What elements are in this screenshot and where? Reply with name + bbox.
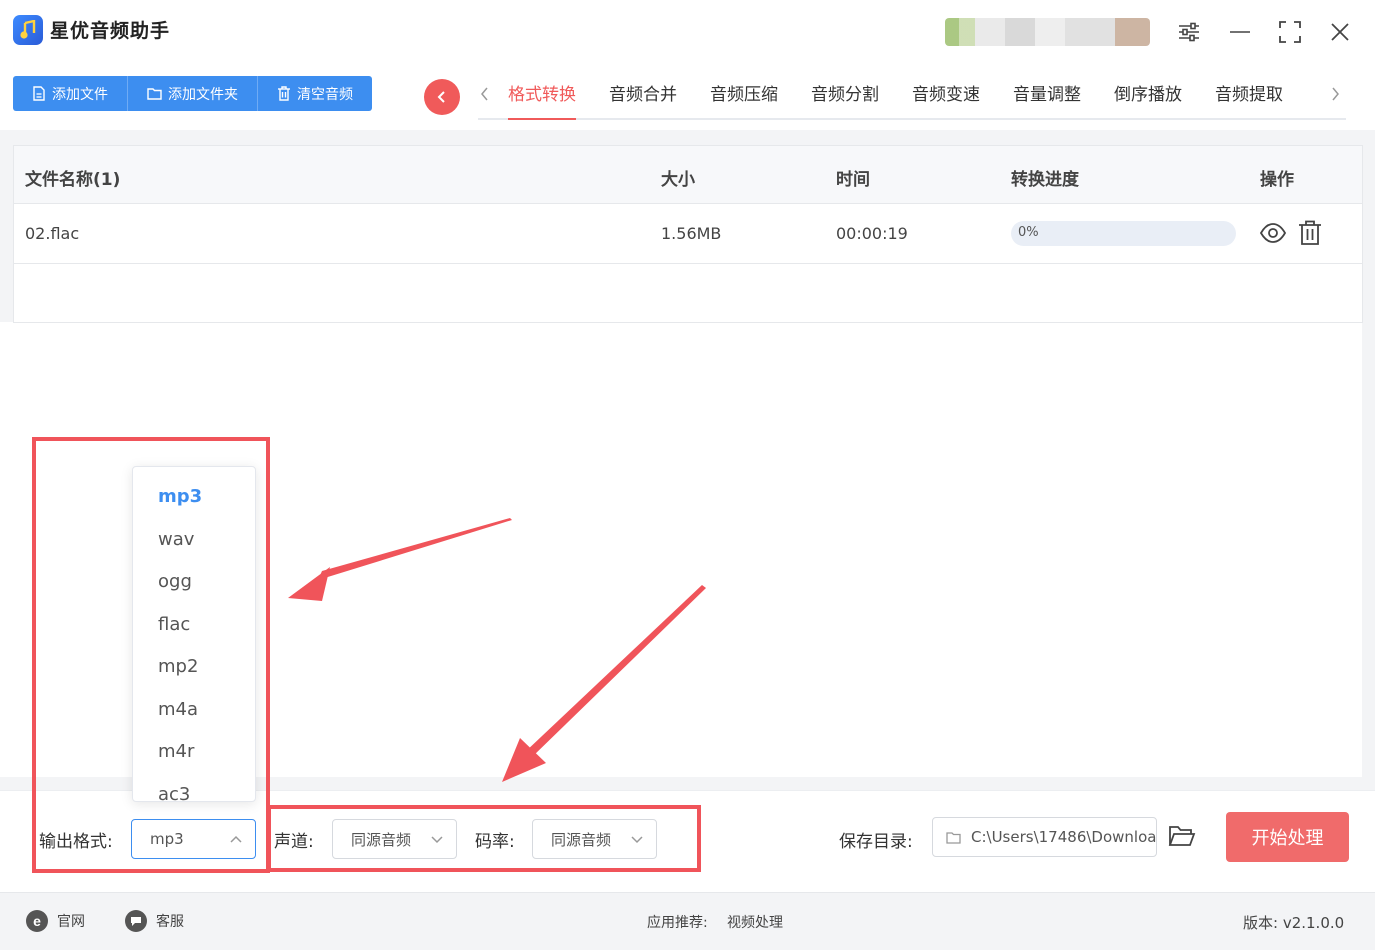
table-header: 文件名称(1) 大小 时间 转换进度 操作 (14, 146, 1362, 204)
trash-icon (278, 86, 290, 101)
tabs-next-icon[interactable] (1328, 84, 1342, 104)
tabs-prev-icon[interactable] (478, 84, 492, 104)
tab-volume-adjust[interactable]: 音量调整 (1013, 70, 1081, 118)
file-icon (33, 86, 45, 101)
add-file-label: 添加文件 (52, 86, 108, 103)
header-size: 大小 (661, 170, 695, 190)
file-size-cell: 1.56MB (661, 224, 722, 243)
footer: e 官网 客服 应用推荐: 视频处理 版本: v2.1.0.0 (0, 892, 1375, 950)
header-action: 操作 (1260, 170, 1294, 190)
file-name-cell: 02.flac (25, 224, 80, 243)
table-row[interactable]: 02.flac 1.56MB 00:00:19 0% (14, 204, 1362, 264)
ie-browser-icon: e (26, 910, 48, 932)
svg-text:e: e (33, 913, 41, 929)
support-label: 客服 (156, 914, 184, 930)
tab-reverse-play[interactable]: 倒序播放 (1114, 70, 1182, 118)
chevron-left-icon (437, 91, 445, 103)
add-folder-label: 添加文件夹 (168, 86, 238, 103)
save-dir-input[interactable]: C:\Users\17486\Downloads (932, 817, 1157, 857)
minimize-icon[interactable] (1226, 18, 1254, 46)
clear-audio-label: 清空音频 (297, 86, 353, 103)
annotation-box-format (32, 437, 270, 873)
tab-audio-merge[interactable]: 音频合并 (609, 70, 677, 118)
save-dir-label: 保存目录: (839, 832, 913, 852)
file-table: 文件名称(1) 大小 时间 转换进度 操作 02.flac 1.56MB 00:… (13, 145, 1363, 323)
app-title: 星优音频助手 (50, 20, 171, 42)
tab-audio-speed[interactable]: 音频变速 (912, 70, 980, 118)
start-process-button[interactable]: 开始处理 (1226, 812, 1349, 862)
recommend-label: 应用推荐: (647, 915, 708, 931)
user-account-avatar[interactable] (945, 18, 1150, 46)
tab-format-convert[interactable]: 格式转换 (508, 70, 576, 120)
add-file-button[interactable]: 添加文件 (13, 76, 128, 111)
support-link[interactable]: 客服 (124, 909, 184, 933)
save-dir-value: C:\Users\17486\Downloads (971, 828, 1157, 846)
close-icon[interactable] (1326, 18, 1354, 46)
header-progress: 转换进度 (1011, 170, 1079, 190)
website-link[interactable]: e 官网 (25, 909, 85, 933)
file-time-cell: 00:00:19 (836, 224, 908, 243)
clear-audio-button[interactable]: 清空音频 (258, 76, 372, 111)
toolbar: 添加文件 添加文件夹 清空音频 (13, 76, 372, 111)
progress-text: 0% (1018, 225, 1039, 240)
open-folder-icon[interactable] (1168, 824, 1196, 850)
version-text: 版本: v2.1.0.0 (1243, 914, 1345, 932)
website-label: 官网 (57, 914, 85, 930)
title-bar: 星优音频助手 (0, 0, 1375, 62)
add-folder-button[interactable]: 添加文件夹 (128, 76, 258, 111)
delete-trash-icon[interactable] (1298, 220, 1324, 246)
recommend-video-link[interactable]: 视频处理 (727, 912, 783, 932)
annotation-box-options (267, 805, 701, 872)
preview-eye-icon[interactable] (1259, 220, 1287, 246)
maximize-icon[interactable] (1276, 18, 1304, 46)
tab-audio-split[interactable]: 音频分割 (811, 70, 879, 118)
header-time: 时间 (836, 170, 870, 190)
feature-tabs: 格式转换 音频合并 音频压缩 音频分割 音频变速 音量调整 倒序播放 音频提取 (478, 70, 1346, 120)
settings-sliders-icon[interactable] (1175, 18, 1203, 46)
tab-audio-compress[interactable]: 音频压缩 (710, 70, 778, 118)
progress-bar: 0% (1011, 221, 1236, 246)
folder-icon (946, 832, 961, 844)
tab-audio-extract[interactable]: 音频提取 (1215, 70, 1283, 118)
chat-bubble-icon (125, 910, 147, 932)
folder-icon (147, 88, 162, 100)
collapse-back-button[interactable] (424, 79, 460, 115)
header-file-name: 文件名称(1) (25, 170, 121, 190)
app-logo-icon (13, 15, 43, 45)
